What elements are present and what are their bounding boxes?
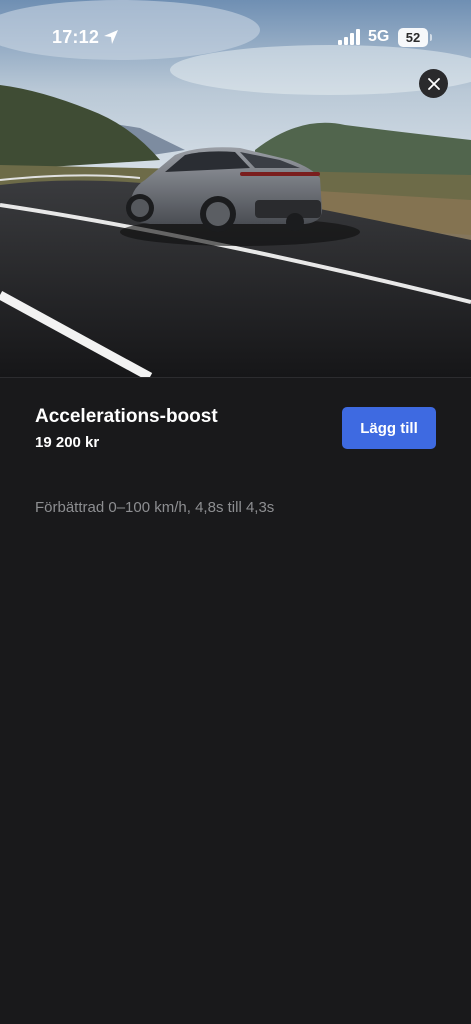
battery-icon: 52 — [398, 28, 432, 47]
status-time: 17:12 — [52, 27, 100, 47]
close-button[interactable] — [419, 69, 448, 98]
feature-price: 19 200 kr — [35, 434, 100, 451]
location-arrow-icon — [104, 30, 118, 44]
status-bar: 17:12 5G 52 — [0, 0, 471, 76]
close-icon — [427, 77, 440, 90]
cellular-signal-icon — [338, 29, 360, 45]
network-label: 5G — [368, 28, 390, 45]
feature-title: Accelerations-boost — [35, 406, 218, 427]
hero-divider — [0, 377, 471, 378]
feature-description: Förbättrad 0–100 km/h, 4,8s till 4,3s — [35, 499, 275, 516]
add-button[interactable]: Lägg till — [342, 407, 436, 449]
app-screen: 17:12 5G 52 Accelerations-boost 19 200 k… — [0, 0, 471, 1024]
